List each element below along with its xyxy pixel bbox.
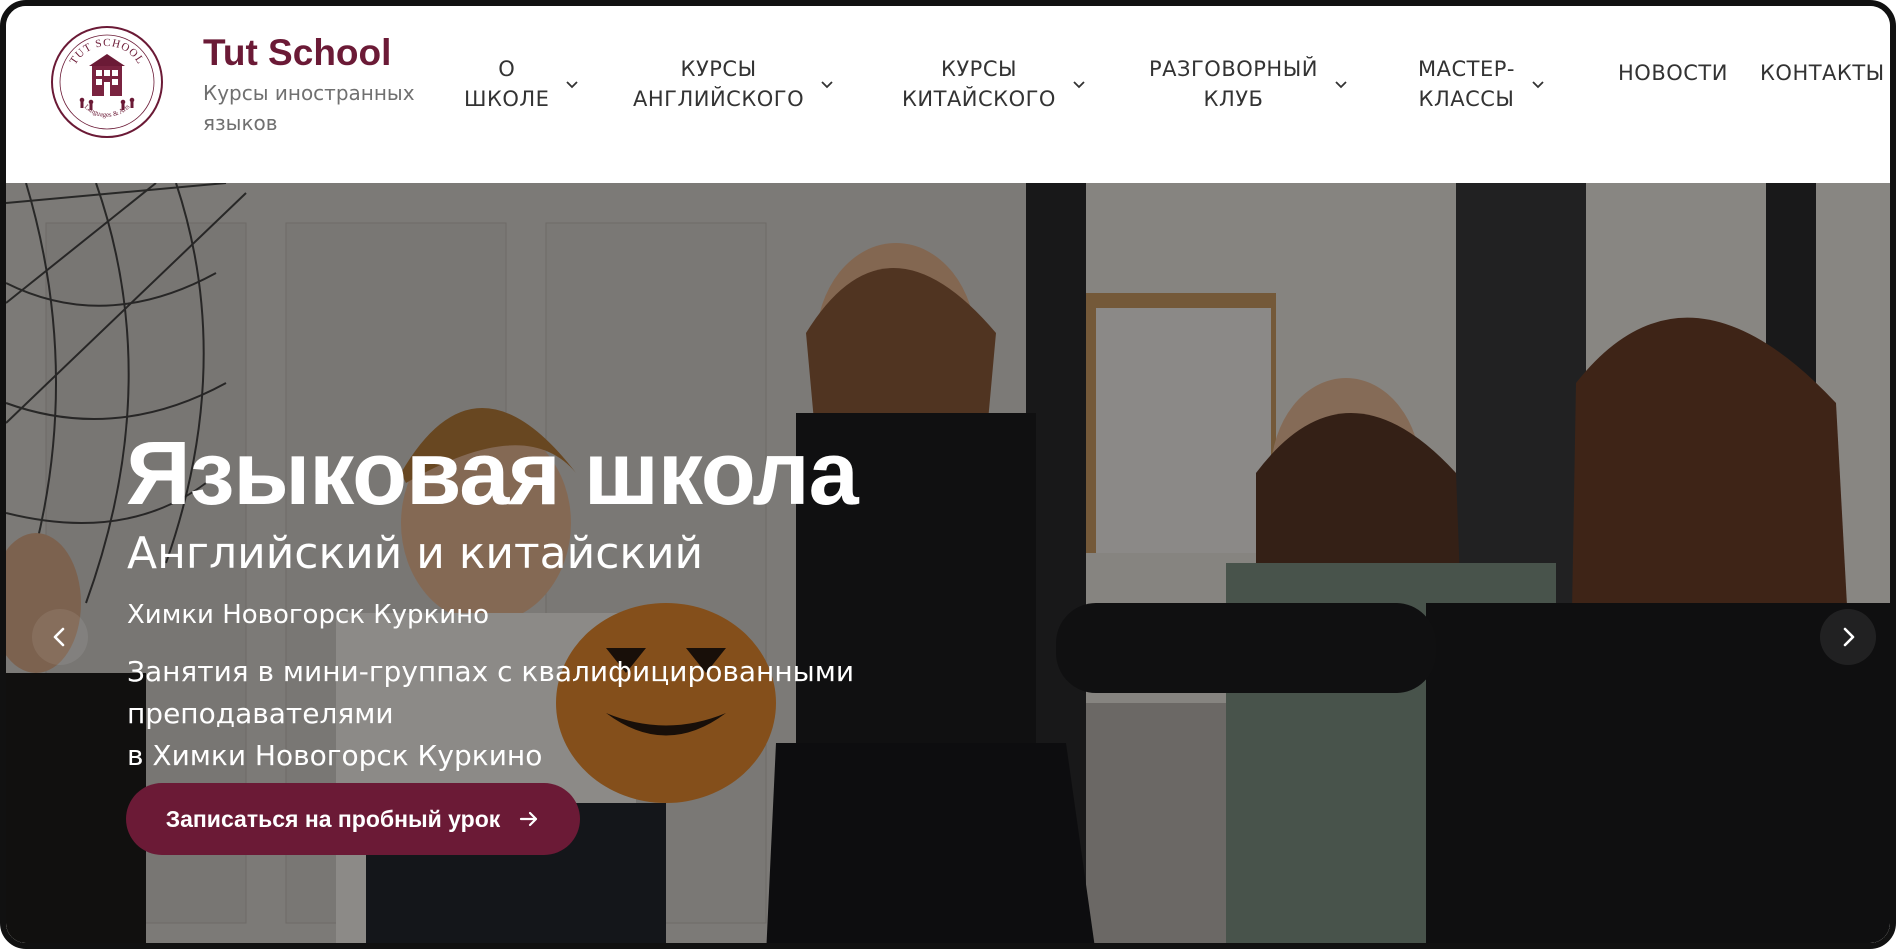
- chevron-down-icon: [1073, 81, 1085, 89]
- brand-title[interactable]: Tut School: [203, 32, 391, 74]
- nav-item-speaking-club[interactable]: РАЗГОВОРНЫЙ КЛУБ: [1149, 54, 1348, 114]
- hero-locations: Химки Новогорск Куркино: [127, 600, 490, 630]
- trial-lesson-button-label: Записаться на пробный урок: [165, 805, 501, 832]
- chevron-left-icon: [53, 627, 65, 647]
- nav-label-about: О ШКОЛЕ: [464, 57, 550, 111]
- nav-label-speaking-club: РАЗГОВОРНЫЙ КЛУБ: [1149, 57, 1318, 111]
- chevron-right-icon: [1843, 627, 1855, 647]
- chevron-down-icon: [1532, 81, 1544, 89]
- hero-title: Языковая школа: [126, 424, 859, 524]
- nav-label-chinese-courses: КУРСЫ КИТАЙСКОГО: [902, 57, 1056, 111]
- nav-label-master-classes: МАСТЕР- КЛАССЫ: [1418, 57, 1515, 111]
- hero-subtitle: Английский и китайский: [127, 528, 704, 579]
- slider-prev-button[interactable]: [32, 609, 88, 665]
- school-logo[interactable]: TUT SCHOOL Languages & Arts: [49, 24, 165, 140]
- chevron-down-icon: [821, 81, 833, 89]
- browser-frame: TUT SCHOOL Languages & Arts: [0, 0, 1896, 949]
- nav-item-english-courses[interactable]: КУРСЫ АНГЛИЙСКОГО: [633, 54, 834, 114]
- nav-label-english-courses: КУРСЫ АНГЛИЙСКОГО: [633, 57, 805, 111]
- trial-lesson-button[interactable]: Записаться на пробный урок: [126, 783, 580, 855]
- nav-item-contacts[interactable]: КОНТАКТЫ: [1760, 58, 1885, 88]
- hero-description: Занятия в мини-группах с квалифицированн…: [127, 655, 855, 772]
- nav-item-master-classes[interactable]: МАСТЕР- КЛАССЫ: [1418, 54, 1545, 114]
- hero-slider: Языковая школа Английский и китайский Хи…: [6, 183, 1890, 943]
- nav-item-about[interactable]: О ШКОЛЕ: [464, 54, 579, 114]
- nav-item-news[interactable]: НОВОСТИ: [1618, 58, 1728, 88]
- chevron-down-icon: [1335, 81, 1347, 89]
- nav-item-chinese-courses[interactable]: КУРСЫ КИТАЙСКОГО: [902, 54, 1086, 114]
- logo-emblem-icon: TUT SCHOOL Languages & Arts: [51, 26, 163, 138]
- nav-label-contacts: КОНТАКТЫ: [1760, 61, 1885, 85]
- site-header: TUT SCHOOL Languages & Arts: [6, 6, 1890, 183]
- arrow-right-icon: [520, 811, 538, 827]
- slider-next-button[interactable]: [1820, 609, 1876, 665]
- nav-label-news: НОВОСТИ: [1618, 61, 1728, 85]
- chevron-down-icon: [566, 81, 579, 89]
- brand-subtitle: Курсы иностранных языков: [203, 81, 415, 135]
